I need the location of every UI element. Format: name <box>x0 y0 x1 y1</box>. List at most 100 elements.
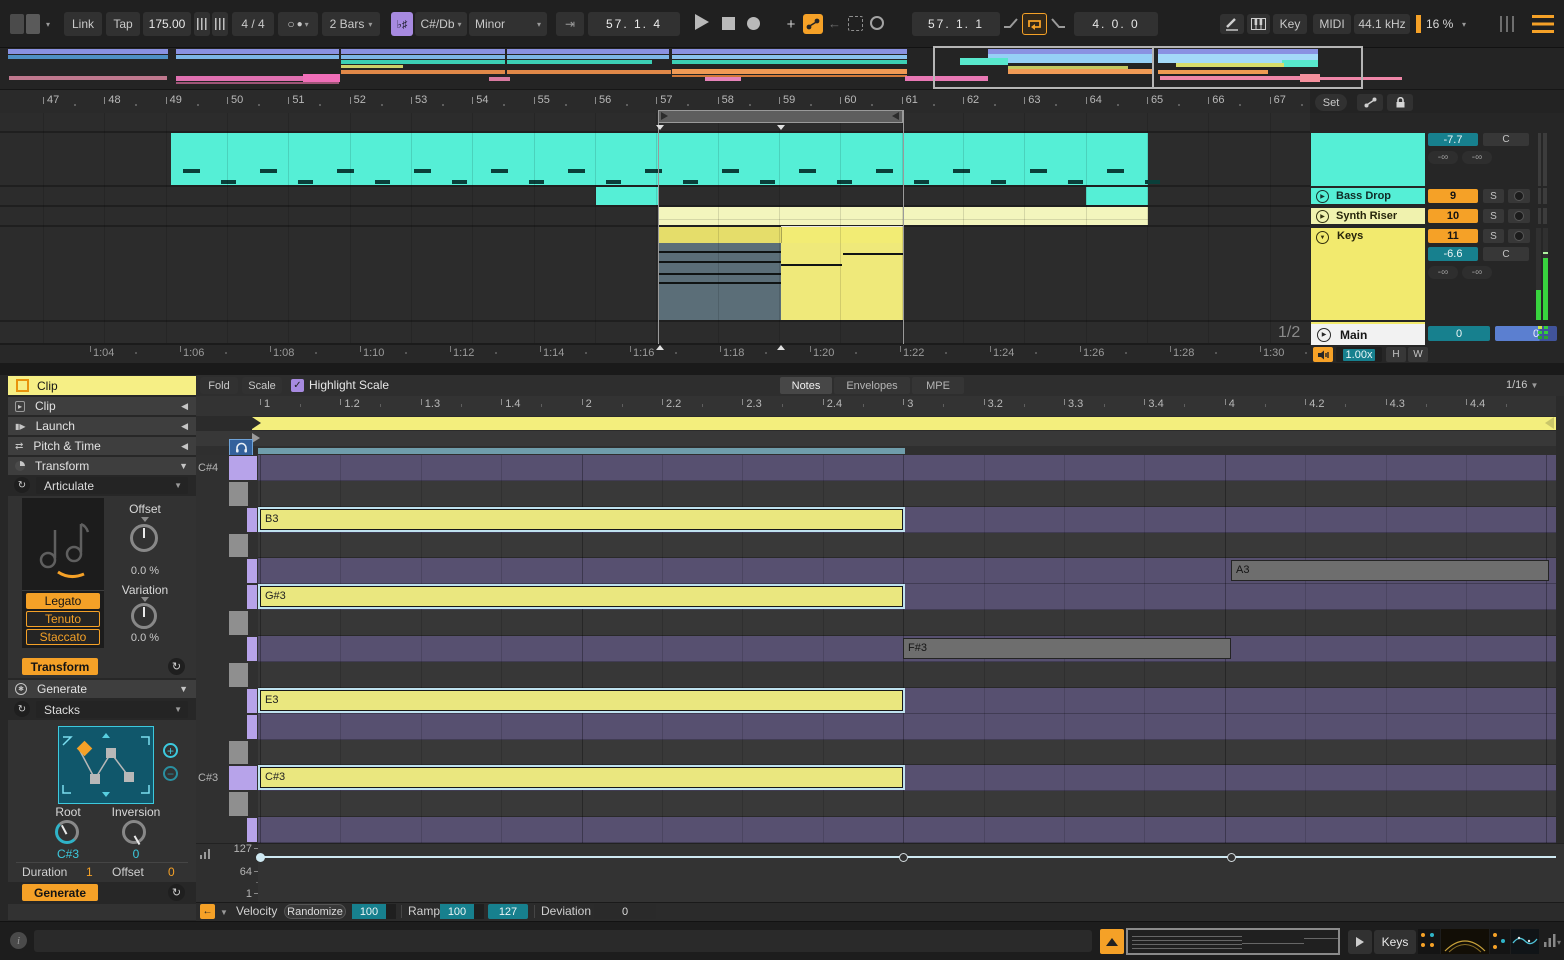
time-tick <box>360 346 361 352</box>
time-label: 1:22 <box>903 347 939 359</box>
overview-stripe <box>672 60 907 64</box>
clip-note-line <box>843 253 903 255</box>
midi-note-B3[interactable]: B3 <box>260 509 903 530</box>
time-tick <box>450 346 451 352</box>
beat-label: 4.4 <box>1470 398 1500 410</box>
piano-key-E3[interactable] <box>247 689 257 713</box>
piano-row-D3 <box>258 740 1556 766</box>
beat-subtick <box>1104 404 1105 407</box>
beat-label: 2.4 <box>827 398 857 410</box>
time-subtick <box>405 352 407 354</box>
overview-stripe <box>341 49 505 54</box>
midi-note-A3[interactable]: A3 <box>1231 560 1549 581</box>
keys-clip-2-header[interactable] <box>781 227 903 243</box>
beat-tick <box>1386 399 1387 405</box>
midi-note-F#3[interactable]: F#3 <box>903 638 1231 659</box>
midi-note-G#3[interactable]: G#3 <box>260 586 903 607</box>
bar-tick <box>1147 97 1148 104</box>
piano-key-B3[interactable] <box>247 508 257 532</box>
overview-stripe <box>507 49 669 54</box>
piano-key-C3[interactable] <box>229 792 248 816</box>
clip-note-dash <box>606 180 621 184</box>
time-label: 1:08 <box>273 347 309 359</box>
time-tick <box>90 346 91 352</box>
piano-gridline <box>1305 455 1306 843</box>
beat-subtick <box>380 404 381 407</box>
bar-tick <box>104 97 105 104</box>
bar-subtick <box>749 104 751 106</box>
clip-note-dash <box>452 180 467 184</box>
overview-stripe <box>672 55 907 59</box>
beat-subtick <box>1345 404 1346 407</box>
lane-gridline <box>1208 113 1209 343</box>
piano-key-A3[interactable] <box>247 559 257 583</box>
midi-note-E3[interactable]: E3 <box>260 690 903 711</box>
bass-drop-clip-3[interactable] <box>1086 187 1148 205</box>
keys-clip-1-header[interactable] <box>658 227 781 243</box>
beat-label: 4.2 <box>1309 398 1339 410</box>
bar-subtick <box>1117 104 1119 106</box>
piano-key-C#4[interactable] <box>229 456 257 480</box>
bar-subtick <box>74 104 76 106</box>
bar-number: 49 <box>170 94 200 106</box>
bar-subtick <box>1178 104 1180 106</box>
bar-subtick <box>933 104 935 106</box>
beat-subtick <box>1184 404 1185 407</box>
beat-label: 1.4 <box>505 398 535 410</box>
piano-row-B2 <box>258 817 1556 843</box>
clip-note-dash <box>337 169 354 173</box>
velocity-point[interactable] <box>1227 853 1236 862</box>
lane-gridline <box>288 113 289 343</box>
beat-subtick <box>702 404 703 407</box>
time-subtick <box>1125 352 1127 354</box>
velocity-point[interactable] <box>256 853 265 862</box>
overview-viewport[interactable] <box>933 46 1363 89</box>
overview-stripe <box>176 82 339 84</box>
loop-brace-start-icon <box>661 112 668 120</box>
beat-tick <box>1225 399 1226 405</box>
beat-subtick <box>1506 404 1507 407</box>
piano-key-C4[interactable] <box>229 482 248 506</box>
clip-note-dash <box>760 180 775 184</box>
bar-number: 50 <box>231 94 261 106</box>
bar-subtick <box>626 104 628 106</box>
piano-row-D#3 <box>258 714 1556 740</box>
selection-boundary-line <box>658 110 659 344</box>
generated-layer: 4748495051525354555657585960616263646566… <box>0 0 1564 960</box>
piano-row-A#3 <box>258 533 1556 559</box>
bar-tick <box>227 97 228 104</box>
beat-label: 2.2 <box>666 398 696 410</box>
clip-selected-edge <box>781 226 903 227</box>
clip-note-dash <box>529 180 544 184</box>
piano-key-D3[interactable] <box>229 741 248 765</box>
lane-gridline <box>963 113 964 343</box>
lane-gridline <box>1024 113 1025 343</box>
velocity-point[interactable] <box>899 853 908 862</box>
piano-key-A#3[interactable] <box>229 534 248 558</box>
clip-note-dash <box>876 169 893 173</box>
piano-key-G3[interactable] <box>229 611 248 635</box>
midi-note-C#3[interactable]: C#3 <box>260 767 903 788</box>
beat-subtick <box>943 404 944 407</box>
bar-number: 60 <box>844 94 874 106</box>
bar-subtick <box>381 104 383 106</box>
time-subtick <box>945 352 947 354</box>
bar-tick <box>595 97 596 104</box>
piano-key-G#3[interactable] <box>247 585 257 609</box>
clip-note-dash <box>221 180 236 184</box>
piano-key-B2[interactable] <box>247 818 257 842</box>
piano-key-F#3[interactable] <box>247 637 257 661</box>
bass-drop-clip-2[interactable] <box>596 187 658 205</box>
piano-key-F3[interactable] <box>229 663 248 687</box>
bar-tick <box>472 97 473 104</box>
time-label: 1:06 <box>183 347 219 359</box>
clip-note-dash <box>260 169 277 173</box>
arrangement-loop-brace[interactable] <box>658 110 903 123</box>
time-label: 1:14 <box>543 347 579 359</box>
beat-subtick <box>1265 404 1266 407</box>
bass-drop-clip[interactable] <box>171 133 1148 185</box>
piano-key-D#3[interactable] <box>247 715 257 739</box>
piano-key-C#3[interactable] <box>229 766 257 790</box>
time-subtick <box>315 352 317 354</box>
bar-subtick <box>1239 104 1241 106</box>
